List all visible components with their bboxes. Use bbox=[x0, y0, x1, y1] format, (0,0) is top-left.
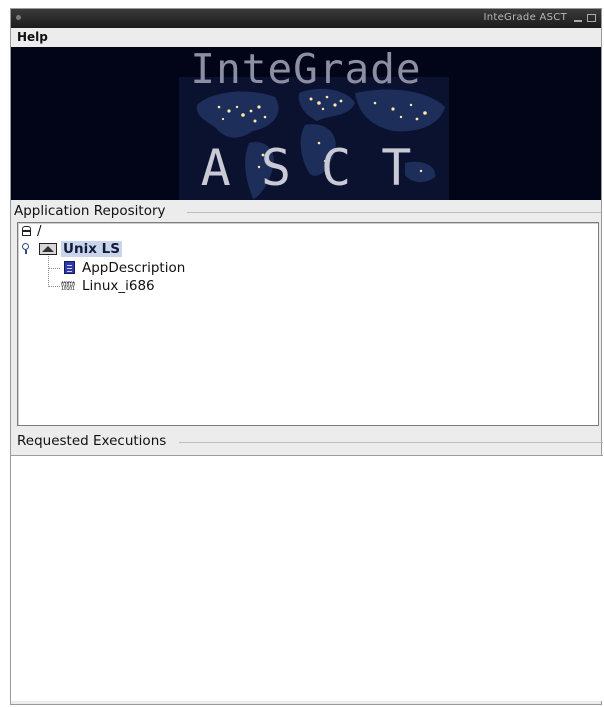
window-menu-icon[interactable] bbox=[16, 15, 21, 20]
title-bar[interactable]: InteGrade ASCT bbox=[11, 9, 601, 28]
drive-icon bbox=[22, 226, 31, 236]
tree-connector bbox=[48, 286, 60, 287]
tree-connector bbox=[48, 256, 49, 287]
app-window: InteGrade ASCT Help InteGrade A S C T Ap… bbox=[10, 8, 603, 705]
tree-item-appdescription[interactable]: AppDescription bbox=[82, 260, 185, 276]
banner: InteGrade A S C T bbox=[11, 47, 601, 200]
banner-subtitle: A S C T bbox=[200, 139, 412, 197]
divider bbox=[179, 442, 603, 443]
repository-section-label: Application Repository bbox=[14, 203, 168, 219]
maximize-icon[interactable] bbox=[587, 14, 596, 22]
window-title: InteGrade ASCT bbox=[483, 12, 567, 23]
banner-title: InteGrade bbox=[190, 47, 422, 93]
binary-icon: 10101 01010 10101 bbox=[61, 281, 75, 291]
executions-section-label: Requested Executions bbox=[17, 433, 169, 449]
menu-help[interactable]: Help bbox=[15, 30, 50, 44]
tree-connector bbox=[48, 268, 60, 269]
document-icon bbox=[64, 261, 75, 274]
menu-bar: Help bbox=[11, 28, 601, 47]
expand-toggle-icon[interactable] bbox=[21, 243, 30, 254]
application-icon bbox=[39, 243, 57, 255]
minimize-icon[interactable] bbox=[574, 20, 582, 22]
repository-tree[interactable]: / Unix LS AppDescription 10101 01010 10101… bbox=[17, 222, 599, 426]
tree-item-unix-ls[interactable]: Unix LS bbox=[61, 241, 122, 257]
tree-item-linux-i686[interactable]: Linux_i686 bbox=[82, 278, 155, 294]
divider bbox=[187, 212, 601, 213]
executions-list[interactable] bbox=[11, 455, 603, 701]
tree-root[interactable]: / bbox=[37, 223, 42, 239]
